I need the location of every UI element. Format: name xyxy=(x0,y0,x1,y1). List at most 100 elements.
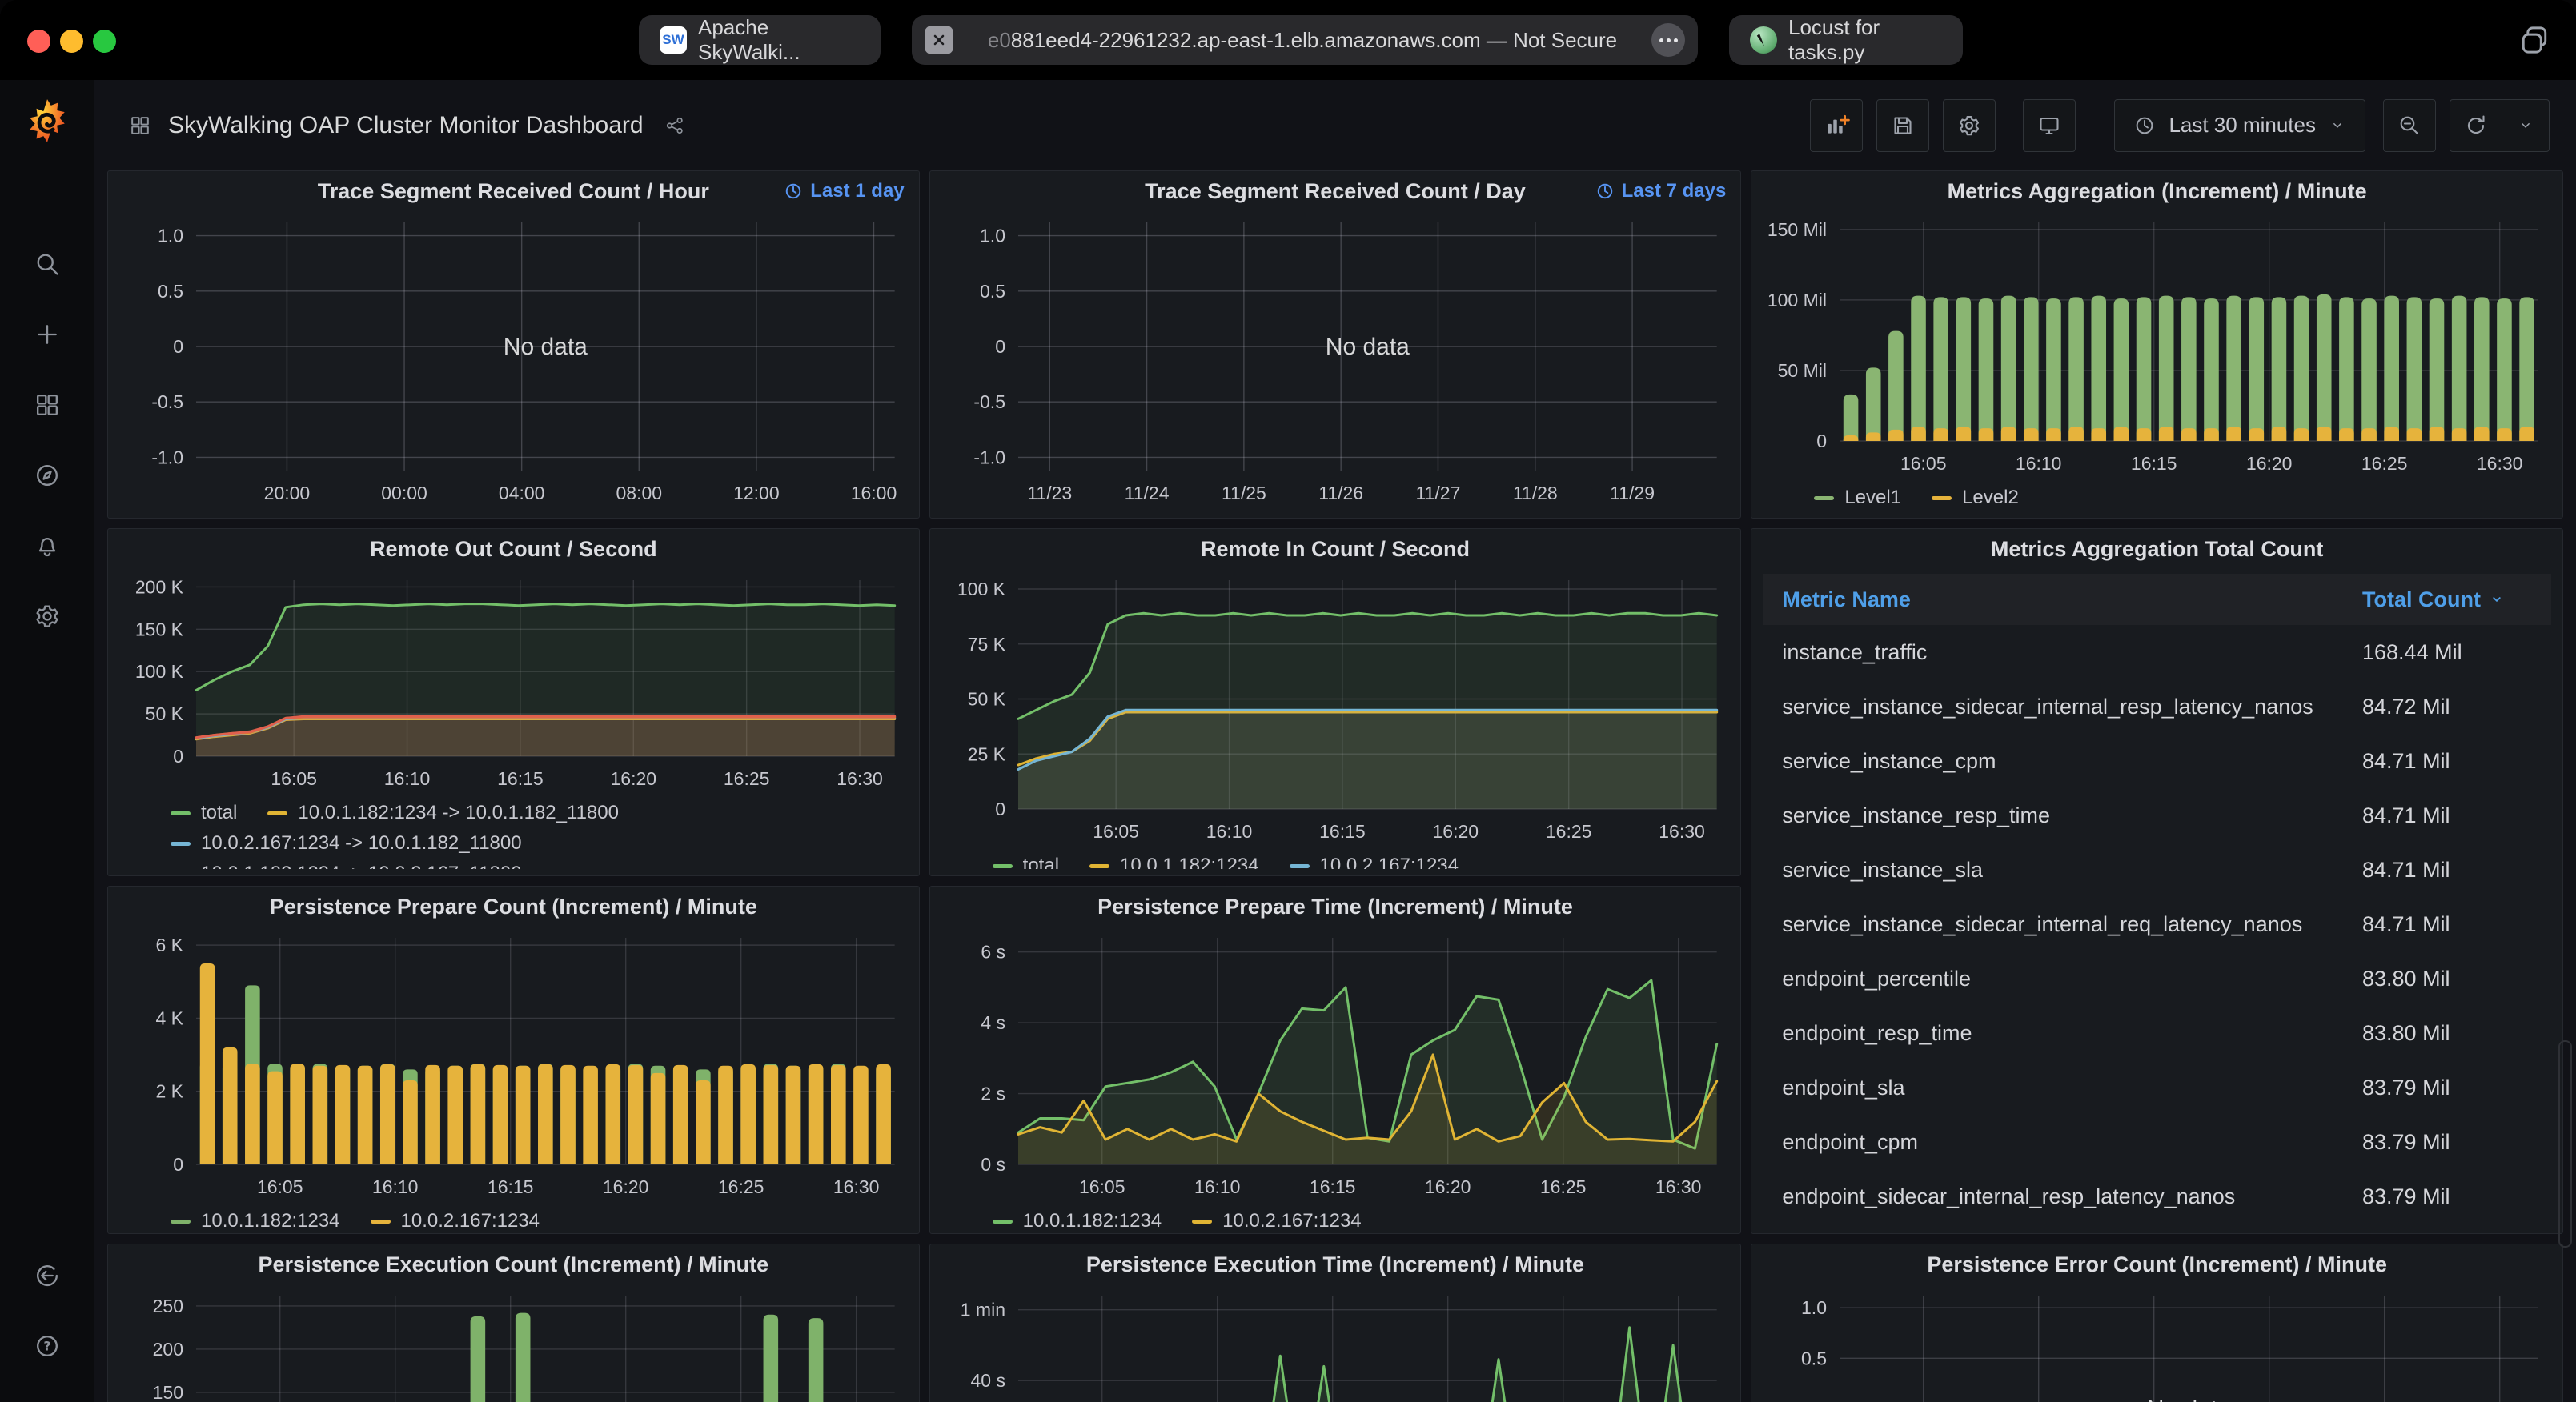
svg-text:0: 0 xyxy=(173,1154,183,1175)
table-row[interactable]: endpoint_cpm83.79 Mil xyxy=(1763,1115,2551,1169)
svg-text:11/28: 11/28 xyxy=(1513,483,1558,503)
panel-metrics-total-count-table: Metrics Aggregation Total Count Metric N… xyxy=(1751,528,2563,1234)
chart: 16:0516:1016:1516:2016:2516:301 min40 s2… xyxy=(941,1284,1730,1402)
panel-time-override-link[interactable]: Last 1 day xyxy=(784,180,904,202)
chart-legend: 10.0.1.182:1234 10.0.2.167:1234 xyxy=(119,1203,908,1227)
table-row[interactable]: endpoint_resp_time83.80 Mil xyxy=(1763,1006,2551,1060)
chart: 20:0000:0004:0008:0012:0016:001.00.50-0.… xyxy=(119,211,908,509)
tab-locust[interactable]: Locust for tasks.py xyxy=(1729,15,1963,65)
refresh-dashboard-button[interactable] xyxy=(2450,100,2502,151)
chart-legend: Level1 Level2 xyxy=(1763,479,2551,511)
chart: 16:0516:1016:1516:2016:2516:30200 K150 K… xyxy=(119,569,908,795)
tab-url: e0881eed4-22961232.ap-east-1.elb.amazona… xyxy=(953,28,1651,53)
svg-text:200 K: 200 K xyxy=(135,576,184,597)
svg-text:00:00: 00:00 xyxy=(381,483,427,503)
legend-item[interactable]: total xyxy=(171,798,237,828)
legend-item[interactable]: 10.0.2.167:1234 xyxy=(1290,851,1459,869)
explore-compass-icon[interactable] xyxy=(0,440,94,511)
panel-header[interactable]: Remote In Count / Second xyxy=(930,529,1741,569)
legend-item[interactable]: 10.0.2.167:1234 xyxy=(1192,1206,1362,1227)
cycle-view-mode-button[interactable] xyxy=(2023,99,2076,152)
grafana-logo-icon[interactable] xyxy=(24,98,70,144)
panel-body: Metric Name Total Count instance_traffic… xyxy=(1751,569,2562,1233)
legend-item[interactable]: 10.0.1.182:1234 -> 10.0.1.182_11800 xyxy=(267,798,619,828)
svg-text:150 K: 150 K xyxy=(135,619,184,639)
table-row[interactable]: endpoint_sla83.79 Mil xyxy=(1763,1060,2551,1115)
panel-time-override-link[interactable]: Last 7 days xyxy=(1595,180,1727,202)
table-row[interactable]: instance_traffic168.44 Mil xyxy=(1763,625,2551,679)
save-dashboard-button[interactable] xyxy=(1876,99,1929,152)
minimize-window-button[interactable] xyxy=(60,30,83,53)
table-row[interactable]: service_instance_cpm84.71 Mil xyxy=(1763,734,2551,788)
alerting-bell-icon[interactable] xyxy=(0,511,94,581)
metric-name-cell: endpoint_sidecar_internal_resp_latency_n… xyxy=(1763,1184,2362,1209)
panel-header[interactable]: Remote Out Count / Second xyxy=(108,529,919,569)
panel-header[interactable]: Trace Segment Received Count / Hour Last… xyxy=(108,171,919,211)
legend-item[interactable]: Level1 xyxy=(1814,483,1901,511)
svg-text:No data: No data xyxy=(504,334,588,360)
zoom-window-button[interactable] xyxy=(93,30,116,53)
sign-in-icon[interactable] xyxy=(0,1240,94,1311)
configuration-gear-icon[interactable] xyxy=(0,581,94,651)
table-row[interactable]: service_instance_sla84.71 Mil xyxy=(1763,843,2551,897)
panel-body: 16:0516:1016:1516:2016:2516:306 K4 K2 K0… xyxy=(108,927,919,1233)
time-range-picker[interactable]: Last 30 minutes xyxy=(2114,99,2365,152)
dashboard-settings-button[interactable] xyxy=(1943,99,1996,152)
apps-grid-icon[interactable] xyxy=(128,114,152,138)
zoom-out-time-button[interactable] xyxy=(2383,99,2436,152)
panel-header[interactable]: Persistence Execution Count (Increment) … xyxy=(108,1244,919,1284)
share-dashboard-icon[interactable] xyxy=(664,115,685,136)
panel-header[interactable]: Persistence Error Count (Increment) / Mi… xyxy=(1751,1244,2562,1284)
panel-header[interactable]: Metrics Aggregation (Increment) / Minute xyxy=(1751,171,2562,211)
close-window-button[interactable] xyxy=(27,30,50,53)
svg-text:16:10: 16:10 xyxy=(372,1176,419,1197)
create-plus-icon[interactable] xyxy=(0,299,94,370)
tab-more-icon[interactable] xyxy=(1651,23,1685,57)
legend-item[interactable]: 10.0.2.167:1234 xyxy=(371,1206,540,1227)
browser-chrome: SW Apache SkyWalki... e0881eed4-22961232… xyxy=(0,0,2576,80)
panel-header[interactable]: Trace Segment Received Count / Day Last … xyxy=(930,171,1741,211)
table-row[interactable]: service_instance_sidecar_internal_req_la… xyxy=(1763,897,2551,951)
panel-header[interactable]: Persistence Prepare Time (Increment) / M… xyxy=(930,887,1741,927)
legend-item[interactable]: 10.0.1.182:1234 xyxy=(1089,851,1259,869)
svg-text:16:30: 16:30 xyxy=(833,1176,880,1197)
tab-grafana-active[interactable]: e0881eed4-22961232.ap-east-1.elb.amazona… xyxy=(912,15,1698,65)
legend-item[interactable]: total xyxy=(993,851,1059,869)
svg-text:?: ? xyxy=(43,1339,50,1354)
column-header-metric-name[interactable]: Metric Name xyxy=(1763,587,2362,612)
legend-item[interactable]: 10.0.2.167:1234 -> 10.0.1.182_11800 xyxy=(171,828,522,859)
svg-text:40 s: 40 s xyxy=(970,1370,1005,1391)
close-tab-icon[interactable] xyxy=(925,26,953,54)
svg-text:16:05: 16:05 xyxy=(1900,453,1947,474)
svg-text:1 min: 1 min xyxy=(960,1300,1005,1320)
table-row[interactable]: service_instance_sidecar_internal_resp_l… xyxy=(1763,679,2551,734)
panel-header[interactable]: Persistence Execution Time (Increment) /… xyxy=(930,1244,1741,1284)
sidebar: ? xyxy=(0,80,94,1402)
panel-header[interactable]: Persistence Prepare Count (Increment) / … xyxy=(108,887,919,927)
add-panel-button[interactable] xyxy=(1810,99,1863,152)
table-row[interactable]: endpoint_sidecar_internal_resp_latency_n… xyxy=(1763,1169,2551,1224)
svg-text:0.5: 0.5 xyxy=(158,281,183,302)
search-icon[interactable] xyxy=(0,229,94,299)
scrollbar[interactable] xyxy=(2558,1040,2572,1248)
legend-item[interactable]: 10.0.1.182:1234 -> 10.0.2.167_11800 xyxy=(171,859,522,869)
svg-text:16:25: 16:25 xyxy=(724,768,770,789)
column-header-total-count[interactable]: Total Count xyxy=(2362,587,2551,612)
legend-item[interactable]: 10.0.1.182:1234 xyxy=(993,1206,1162,1227)
panel-title: Remote Out Count / Second xyxy=(370,537,657,562)
legend-item[interactable]: 10.0.1.182:1234 xyxy=(171,1206,340,1227)
tab-apache-skywalking[interactable]: SW Apache SkyWalki... xyxy=(639,15,881,65)
table-row[interactable]: service_instance_resp_time84.71 Mil xyxy=(1763,788,2551,843)
svg-text:50 K: 50 K xyxy=(146,703,184,724)
svg-text:08:00: 08:00 xyxy=(616,483,662,503)
refresh-interval-chevron-icon[interactable] xyxy=(2502,100,2549,151)
legend-item[interactable]: Level2 xyxy=(1932,483,2019,511)
chart: 11/2311/2411/2511/2611/2711/2811/291.00.… xyxy=(941,211,1730,509)
dashboards-grid-icon[interactable] xyxy=(0,370,94,440)
help-icon[interactable]: ? xyxy=(0,1311,94,1381)
chart-legend: 10.0.1.182:1234 10.0.2.167:1234 xyxy=(941,1203,1730,1227)
tab-overview-icon[interactable] xyxy=(2517,22,2552,62)
table-row[interactable]: endpoint_percentile83.80 Mil xyxy=(1763,951,2551,1006)
svg-text:16:25: 16:25 xyxy=(1546,821,1592,842)
panel-header[interactable]: Metrics Aggregation Total Count xyxy=(1751,529,2562,569)
